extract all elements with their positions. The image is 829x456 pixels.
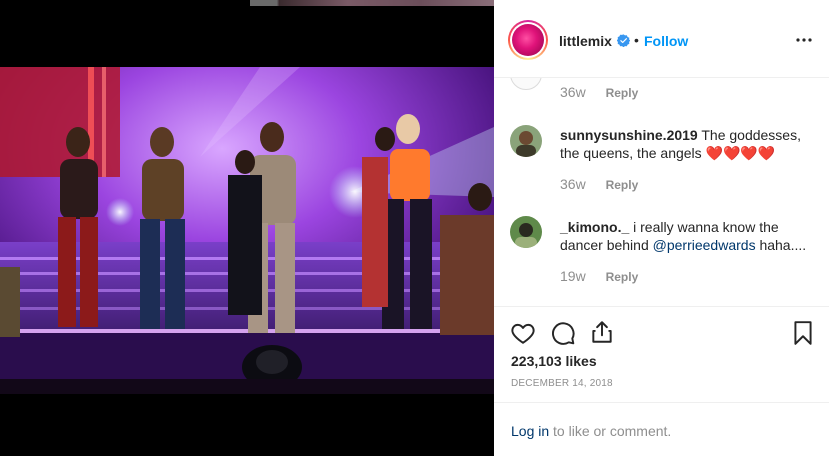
comment-username[interactable]: sunnysunshine.2019 (560, 127, 698, 143)
more-options-icon[interactable] (795, 33, 813, 47)
comment-time: 19w (560, 268, 586, 284)
post-media (0, 0, 494, 456)
comments-list[interactable]: 36w Reply sunnysunshine.2019 The goddess… (494, 78, 829, 306)
comment-time: 36w (560, 176, 586, 192)
verified-badge-icon (617, 34, 630, 47)
comment-time: 36w (560, 84, 586, 100)
previous-comment-avatar (510, 78, 542, 90)
post-username[interactable]: littlemix (559, 33, 612, 49)
comment-meta: 19w Reply (560, 268, 638, 284)
avatar-image (512, 24, 544, 56)
comment-body: _kimono._ i really wanna know the dancer… (560, 218, 815, 254)
commenter-avatar[interactable] (510, 125, 542, 157)
previous-comment-meta: 36w Reply (560, 84, 638, 100)
post-header: littlemix • Follow (494, 6, 829, 78)
concert-photo[interactable] (0, 67, 494, 394)
post-actions: 223,103 likes DECEMBER 14, 2018 (494, 306, 829, 402)
likes-count[interactable]: 223,103 likes (511, 353, 597, 369)
comment-text-end: haha.... (755, 237, 807, 253)
heart-icon[interactable] (510, 320, 536, 346)
reply-button[interactable]: Reply (606, 270, 639, 284)
separator-dot: • (634, 32, 639, 48)
follow-button[interactable]: Follow (644, 33, 688, 49)
previous-image-strip (250, 0, 494, 6)
login-link[interactable]: Log in (511, 423, 549, 439)
reply-button[interactable]: Reply (606, 178, 639, 192)
comment-meta: 36w Reply (560, 176, 638, 192)
comment-icon[interactable] (550, 320, 576, 346)
commenter-avatar[interactable] (510, 216, 542, 248)
comment-username[interactable]: _kimono._ (560, 219, 629, 235)
mention-link[interactable]: @perrieedwards (653, 237, 756, 253)
login-prompt: Log in to like or comment. (494, 402, 829, 456)
post-date[interactable]: DECEMBER 14, 2018 (511, 378, 613, 389)
bookmark-icon[interactable] (790, 320, 816, 346)
comment-body: sunnysunshine.2019 The goddesses, the qu… (560, 126, 815, 162)
profile-avatar[interactable] (508, 20, 548, 60)
reply-button[interactable]: Reply (606, 86, 639, 100)
share-icon[interactable] (589, 319, 615, 345)
login-prompt-text: to like or comment. (549, 423, 672, 439)
post-sidebar: littlemix • Follow 36w Reply sunnysunshi… (494, 0, 829, 456)
